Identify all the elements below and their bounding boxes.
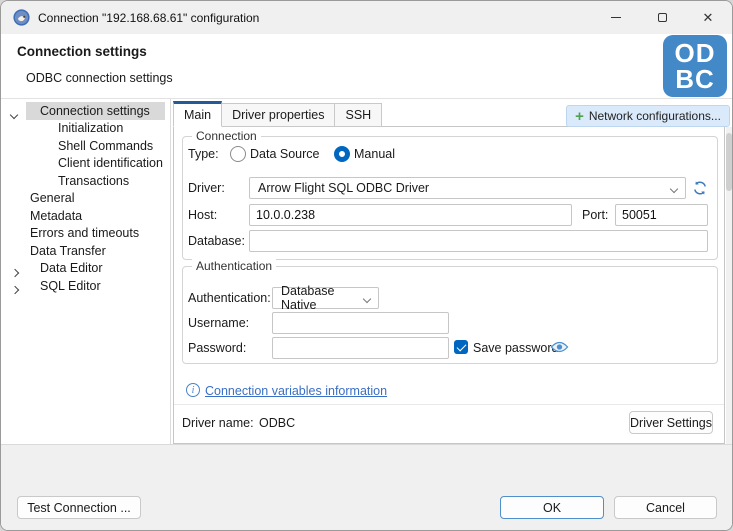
maximize-button[interactable] [639, 1, 685, 34]
panel-divider [174, 404, 724, 405]
sidebar-item-metadata[interactable]: Metadata [1, 207, 170, 225]
chevron-down-icon [363, 295, 371, 303]
plus-icon: + [575, 109, 584, 124]
cancel-button[interactable]: Cancel [614, 496, 717, 519]
username-input[interactable] [272, 312, 449, 334]
connection-group-legend: Connection [192, 129, 261, 143]
sidebar-item-data-editor[interactable]: Data Editor [1, 260, 170, 278]
manual-radio-label[interactable]: Manual [354, 147, 395, 161]
scrollbar-thumb[interactable] [726, 133, 732, 191]
odbc-logo: OD BC [663, 35, 727, 97]
tab-ssh[interactable]: SSH [334, 103, 382, 127]
dialog-footer: Test Connection ... OK Cancel [1, 444, 732, 531]
page-subtitle: ODBC connection settings [26, 71, 173, 85]
connection-variables-link[interactable]: Connection variables information [205, 384, 387, 398]
data-source-radio[interactable] [230, 146, 246, 162]
minimize-button[interactable] [593, 1, 639, 34]
tab-driver-properties[interactable]: Driver properties [221, 103, 335, 127]
sidebar-item-transactions[interactable]: Transactions [1, 172, 170, 190]
refresh-driver-icon[interactable] [692, 180, 708, 196]
sidebar-item-client-identification[interactable]: Client identification [1, 155, 170, 173]
test-connection-button[interactable]: Test Connection ... [17, 496, 141, 519]
sidebar-item-connection-settings[interactable]: Connection settings [1, 102, 170, 120]
database-input[interactable] [249, 230, 708, 252]
minimize-icon [611, 17, 621, 18]
port-label: Port: [582, 208, 608, 222]
close-icon: ✕ [703, 11, 714, 24]
dbeaver-app-icon [13, 9, 30, 26]
driver-name-value: ODBC [259, 416, 295, 430]
settings-tree: Connection settings Initialization Shell… [1, 99, 170, 444]
chevron-right-icon[interactable] [11, 282, 23, 292]
authentication-select[interactable]: Database Native [272, 287, 379, 309]
page-title: Connection settings [17, 44, 147, 59]
chevron-down-icon[interactable] [11, 107, 23, 117]
chevron-right-icon[interactable] [11, 265, 23, 275]
save-password-checkbox[interactable] [454, 340, 468, 354]
port-input[interactable] [615, 204, 708, 226]
network-configurations-button[interactable]: + Network configurations... [566, 105, 730, 127]
sidebar-item-sql-editor[interactable]: SQL Editor [1, 277, 170, 295]
main-tab-panel: Connection Type: Data Source Manual Driv… [173, 126, 725, 444]
tab-bar: Main Driver properties SSH [173, 101, 382, 127]
type-label: Type: [188, 147, 219, 161]
host-label: Host: [188, 208, 217, 222]
authentication-group: Authentication [182, 266, 718, 364]
dialog-header: Connection settings ODBC connection sett… [1, 34, 732, 99]
password-input[interactable] [272, 337, 449, 359]
chevron-down-icon [670, 185, 678, 193]
driver-label: Driver: [188, 181, 225, 195]
database-label: Database: [188, 234, 245, 248]
password-label: Password: [188, 341, 246, 355]
sidebar-item-general[interactable]: General [1, 190, 170, 208]
connection-configuration-dialog: Connection "192.168.68.61" configuration… [0, 0, 733, 531]
username-label: Username: [188, 316, 249, 330]
driver-select[interactable]: Arrow Flight SQL ODBC Driver [249, 177, 686, 199]
sidebar-divider [170, 99, 171, 444]
host-input[interactable] [249, 204, 572, 226]
ok-button[interactable]: OK [500, 496, 604, 519]
authentication-group-legend: Authentication [192, 259, 276, 273]
save-password-label[interactable]: Save password [473, 341, 558, 355]
maximize-icon [658, 13, 667, 22]
info-icon: i [186, 383, 200, 397]
close-button[interactable]: ✕ [685, 1, 731, 34]
sidebar-item-errors-and-timeouts[interactable]: Errors and timeouts [1, 225, 170, 243]
driver-settings-button[interactable]: Driver Settings [629, 411, 713, 434]
window-title: Connection "192.168.68.61" configuration [38, 11, 259, 25]
authentication-label: Authentication: [188, 291, 271, 305]
driver-name-label: Driver name: [182, 416, 254, 430]
tab-main[interactable]: Main [173, 101, 222, 127]
manual-radio[interactable] [334, 146, 350, 162]
data-source-radio-label[interactable]: Data Source [250, 147, 319, 161]
sidebar-item-shell-commands[interactable]: Shell Commands [1, 137, 170, 155]
sidebar-item-initialization[interactable]: Initialization [1, 120, 170, 138]
panel-scrollbar[interactable] [726, 127, 732, 444]
sidebar-item-data-transfer[interactable]: Data Transfer [1, 242, 170, 260]
title-bar: Connection "192.168.68.61" configuration… [1, 1, 732, 34]
show-password-eye-icon[interactable] [550, 340, 569, 354]
